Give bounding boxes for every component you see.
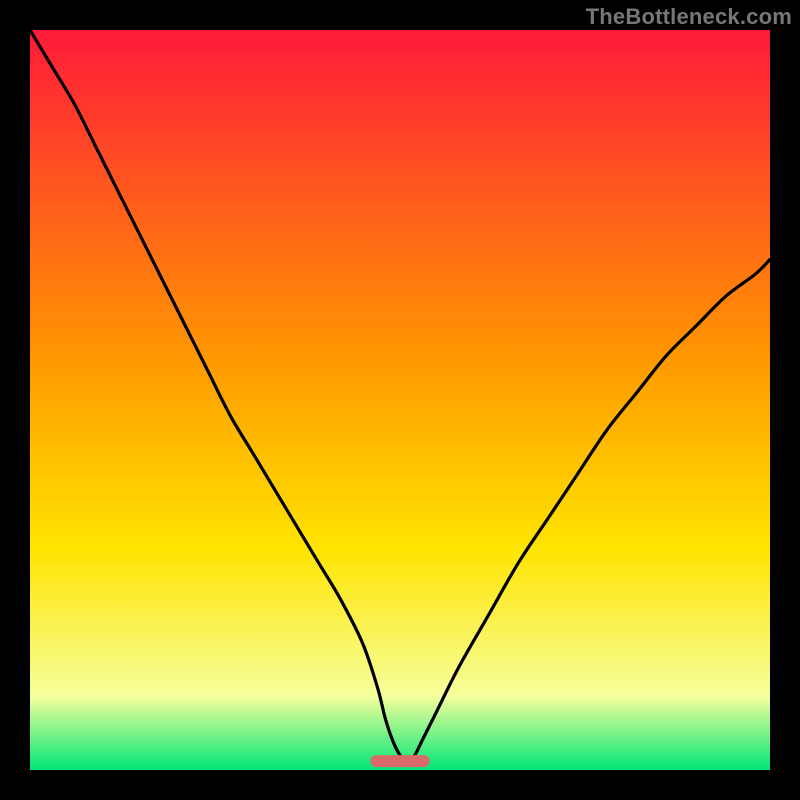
bottleneck-chart: [30, 30, 770, 770]
optimal-marker: [370, 755, 429, 767]
watermark-label: TheBottleneck.com: [586, 4, 792, 30]
gradient-background: [30, 30, 770, 770]
plot-area: [30, 30, 770, 770]
chart-frame: TheBottleneck.com: [0, 0, 800, 800]
